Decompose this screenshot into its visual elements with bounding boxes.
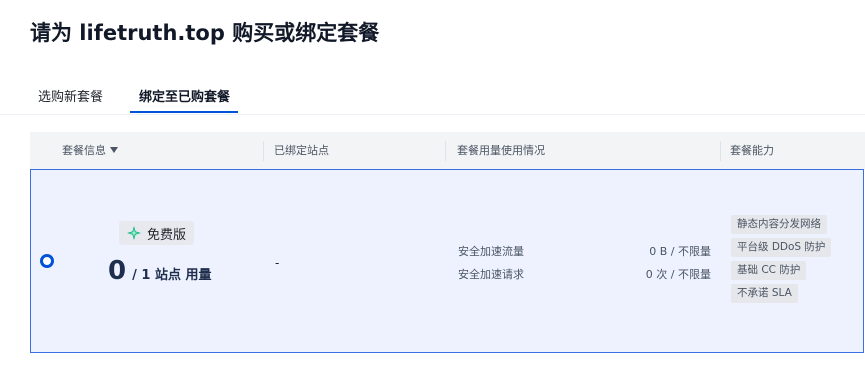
tab-buy-new-plan[interactable]: 选购新套餐	[38, 86, 103, 105]
plan-badge-label: 免费版	[147, 227, 187, 243]
header-capabilities: 套餐能力	[730, 144, 774, 157]
capability-tag: 静态内容分发网络	[731, 215, 827, 234]
metric-traffic-value: 0 B / 不限量	[649, 245, 711, 258]
radio-selected-icon[interactable]	[40, 254, 54, 268]
header-divider	[445, 141, 446, 161]
tab-bind-existing-plan[interactable]: 绑定至已购套餐	[139, 86, 230, 105]
active-tab-indicator	[130, 111, 238, 113]
plan-badge: 免费版	[119, 221, 195, 245]
sparkle-icon	[127, 226, 141, 240]
filter-icon[interactable]	[110, 147, 118, 153]
capability-tag: 不承诺 SLA	[731, 284, 798, 303]
bound-sites-value: -	[275, 256, 280, 270]
capability-tag: 平台级 DDoS 防护	[731, 238, 832, 257]
tab-bar: 选购新套餐 绑定至已购套餐	[0, 80, 865, 115]
metric-requests-value: 0 次 / 不限量	[645, 268, 711, 281]
site-usage-quota: / 1 站点 用量	[132, 268, 212, 283]
table-header: 套餐信息 已绑定站点 套餐用量使用情况 套餐能力	[30, 132, 865, 170]
header-divider	[720, 141, 721, 161]
header-plan-info-label: 套餐信息	[62, 144, 106, 157]
header-plan-info[interactable]: 套餐信息	[62, 132, 118, 170]
site-usage: 0 / 1 站点 用量	[108, 256, 211, 286]
capability-tag: 基础 CC 防护	[731, 261, 807, 280]
metric-requests-label: 安全加速请求	[458, 268, 524, 281]
table-row[interactable]: 免费版 0 / 1 站点 用量 - 安全加速流量 0 B / 不限量 安全加速请求…	[30, 169, 864, 353]
header-bound-sites: 已绑定站点	[274, 144, 329, 157]
header-usage: 套餐用量使用情况	[457, 144, 545, 157]
page-title: 请为 lifetruth.top 购买或绑定套餐	[30, 21, 380, 45]
metric-traffic-label: 安全加速流量	[458, 245, 524, 258]
site-usage-count: 0	[108, 256, 127, 286]
header-divider	[263, 141, 264, 161]
